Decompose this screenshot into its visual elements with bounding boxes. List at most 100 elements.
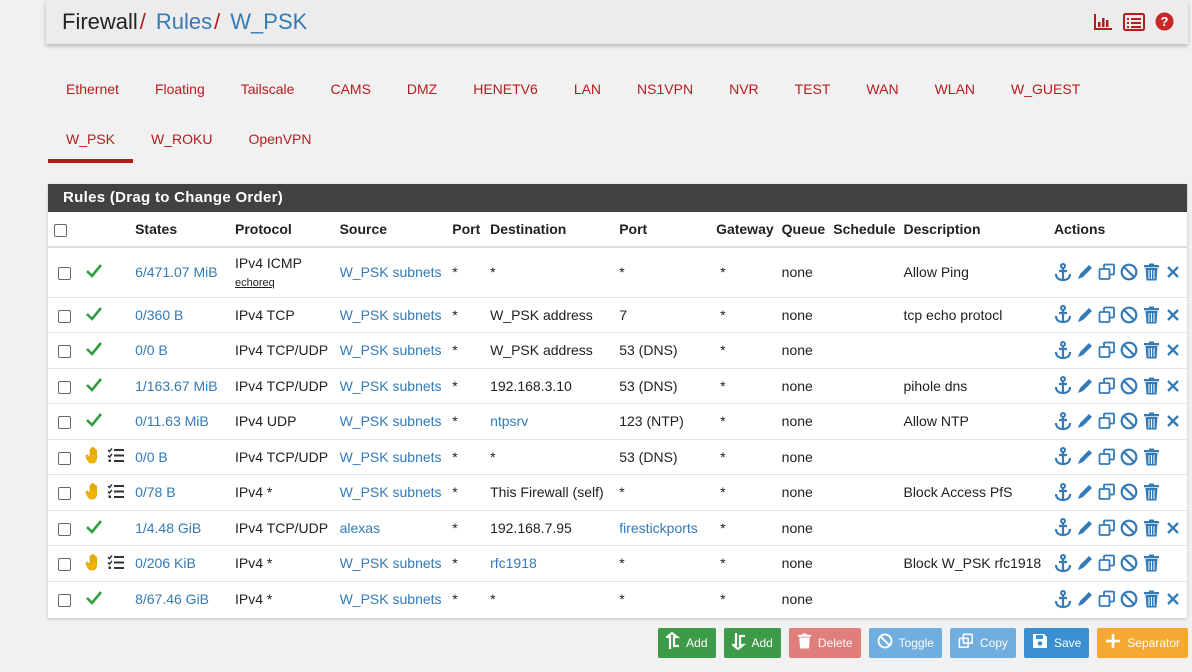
select-all-cell[interactable] bbox=[48, 212, 82, 248]
destination-value[interactable]: ntpsrv bbox=[490, 413, 528, 429]
list-icon[interactable] bbox=[1123, 12, 1145, 36]
copy-icon[interactable] bbox=[1098, 589, 1117, 609]
copy-icon[interactable] bbox=[1098, 482, 1117, 502]
pencil-icon[interactable] bbox=[1076, 447, 1095, 467]
pencil-icon[interactable] bbox=[1076, 411, 1095, 431]
pencil-icon[interactable] bbox=[1076, 589, 1095, 609]
source-link[interactable]: W_PSK subnets bbox=[340, 378, 442, 394]
chart-bar-icon[interactable] bbox=[1093, 13, 1113, 36]
row-checkbox[interactable] bbox=[58, 309, 71, 323]
ban-icon[interactable] bbox=[1120, 589, 1139, 609]
anchor-icon[interactable] bbox=[1054, 518, 1073, 538]
anchor-icon[interactable] bbox=[1054, 305, 1073, 325]
source-link[interactable]: W_PSK subnets bbox=[340, 342, 442, 358]
states-link[interactable]: 0/360 B bbox=[135, 307, 183, 323]
tab-test[interactable]: TEST bbox=[777, 70, 849, 110]
source-link[interactable]: alexas bbox=[340, 520, 380, 536]
table-row[interactable]: 0/0 B IPv4 TCP/UDP W_PSK subnets * * 53 (DNS)… bbox=[48, 438, 1187, 475]
anchor-icon[interactable] bbox=[1054, 262, 1073, 282]
copy-icon[interactable] bbox=[1098, 411, 1117, 431]
tab-ns1vpn[interactable]: NS1VPN bbox=[619, 70, 711, 110]
table-row[interactable]: 1/163.67 MiB IPv4 TCP/UDP W_PSK subnets * 19… bbox=[48, 367, 1187, 404]
ban-icon[interactable] bbox=[1120, 553, 1139, 573]
row-select-cell[interactable] bbox=[48, 580, 82, 617]
states-link[interactable]: 1/163.67 MiB bbox=[135, 378, 218, 394]
pencil-icon[interactable] bbox=[1076, 553, 1095, 573]
row-checkbox[interactable] bbox=[58, 451, 71, 465]
ban-icon[interactable] bbox=[1120, 305, 1139, 325]
destination-value[interactable]: rfc1918 bbox=[490, 555, 537, 571]
add-button[interactable]: Add bbox=[723, 628, 781, 658]
source-link[interactable]: W_PSK subnets bbox=[340, 484, 442, 500]
row-checkbox[interactable] bbox=[58, 380, 71, 394]
states-link[interactable]: 0/11.63 MiB bbox=[135, 413, 209, 429]
select-all-checkbox[interactable] bbox=[54, 223, 67, 237]
anchor-icon[interactable] bbox=[1054, 589, 1073, 609]
save-button[interactable]: Save bbox=[1023, 628, 1090, 658]
row-select-cell[interactable] bbox=[48, 296, 82, 333]
ban-icon[interactable] bbox=[1120, 411, 1139, 431]
pencil-icon[interactable] bbox=[1076, 376, 1095, 396]
states-link[interactable]: 0/206 KiB bbox=[135, 555, 196, 571]
tab-henetv6[interactable]: HENETV6 bbox=[455, 70, 556, 110]
ban-icon[interactable] bbox=[1120, 262, 1139, 282]
table-row[interactable]: 0/360 B IPv4 TCP W_PSK subnets * W_PSK addre… bbox=[48, 296, 1187, 333]
table-row[interactable]: 8/67.46 GiB IPv4 * W_PSK subnets * * * * none bbox=[48, 580, 1187, 617]
separator-button[interactable]: Separator bbox=[1097, 628, 1188, 658]
tab-cams[interactable]: CAMS bbox=[312, 70, 388, 110]
help-icon[interactable]: ? bbox=[1155, 12, 1174, 36]
copy-button[interactable]: Copy bbox=[949, 628, 1016, 658]
anchor-icon[interactable] bbox=[1054, 482, 1073, 502]
ban-icon[interactable] bbox=[1120, 482, 1139, 502]
table-row[interactable]: 6/471.07 MiB IPv4 ICMP echoreq W_PSK subnet… bbox=[48, 246, 1187, 297]
trash-icon[interactable] bbox=[1142, 376, 1161, 396]
row-checkbox[interactable] bbox=[58, 593, 71, 607]
anchor-icon[interactable] bbox=[1054, 376, 1073, 396]
close-icon[interactable] bbox=[1164, 411, 1183, 431]
trash-icon[interactable] bbox=[1142, 447, 1161, 467]
tab-nvr[interactable]: NVR bbox=[711, 70, 777, 110]
states-link[interactable]: 6/471.07 MiB bbox=[135, 264, 218, 280]
pencil-icon[interactable] bbox=[1076, 305, 1095, 325]
table-row[interactable]: 0/78 B IPv4 * W_PSK subnets * This Firewall … bbox=[48, 474, 1187, 510]
ban-icon[interactable] bbox=[1120, 340, 1139, 360]
row-select-cell[interactable] bbox=[48, 474, 82, 510]
tab-ethernet[interactable]: Ethernet bbox=[48, 70, 137, 110]
pencil-icon[interactable] bbox=[1076, 518, 1095, 538]
table-row[interactable]: 0/206 KiB IPv4 * W_PSK subnets * rfc1918 * * no… bbox=[48, 545, 1187, 581]
source-link[interactable]: W_PSK subnets bbox=[340, 555, 442, 571]
close-icon[interactable] bbox=[1164, 305, 1183, 325]
trash-icon[interactable] bbox=[1142, 518, 1161, 538]
close-icon[interactable] bbox=[1164, 262, 1183, 282]
tab-wlan[interactable]: WLAN bbox=[917, 70, 993, 110]
states-link[interactable]: 0/0 B bbox=[135, 342, 168, 358]
table-row[interactable]: 0/11.63 MiB IPv4 UDP W_PSK subnets * ntpsrv 1… bbox=[48, 403, 1187, 439]
states-link[interactable]: 8/67.46 GiB bbox=[135, 591, 209, 607]
states-link[interactable]: 0/78 B bbox=[135, 484, 175, 500]
breadcrumb-current[interactable]: W_PSK bbox=[230, 9, 307, 35]
tab-w-roku[interactable]: W_ROKU bbox=[133, 119, 230, 163]
row-select-cell[interactable] bbox=[48, 403, 82, 439]
row-checkbox[interactable] bbox=[58, 558, 71, 572]
tab-w-guest[interactable]: W_GUEST bbox=[993, 70, 1098, 110]
row-select-cell[interactable] bbox=[48, 438, 82, 475]
anchor-icon[interactable] bbox=[1054, 447, 1073, 467]
protocol-subtype[interactable]: echoreq bbox=[235, 277, 332, 289]
trash-icon[interactable] bbox=[1142, 411, 1161, 431]
source-link[interactable]: W_PSK subnets bbox=[340, 413, 442, 429]
close-icon[interactable] bbox=[1164, 589, 1183, 609]
source-link[interactable]: W_PSK subnets bbox=[340, 307, 442, 323]
copy-icon[interactable] bbox=[1098, 518, 1117, 538]
ban-icon[interactable] bbox=[1120, 447, 1139, 467]
toggle-button[interactable]: Toggle bbox=[868, 628, 942, 658]
dst-port-value[interactable]: firestickports bbox=[619, 520, 698, 536]
source-link[interactable]: W_PSK subnets bbox=[340, 591, 442, 607]
breadcrumb-rules[interactable]: Rules bbox=[156, 9, 212, 35]
row-select-cell[interactable] bbox=[48, 246, 82, 297]
trash-icon[interactable] bbox=[1142, 482, 1161, 502]
tab-wan[interactable]: WAN bbox=[848, 70, 916, 110]
tab-tailscale[interactable]: Tailscale bbox=[223, 70, 313, 110]
copy-icon[interactable] bbox=[1098, 340, 1117, 360]
trash-icon[interactable] bbox=[1142, 305, 1161, 325]
tab-lan[interactable]: LAN bbox=[556, 70, 619, 110]
